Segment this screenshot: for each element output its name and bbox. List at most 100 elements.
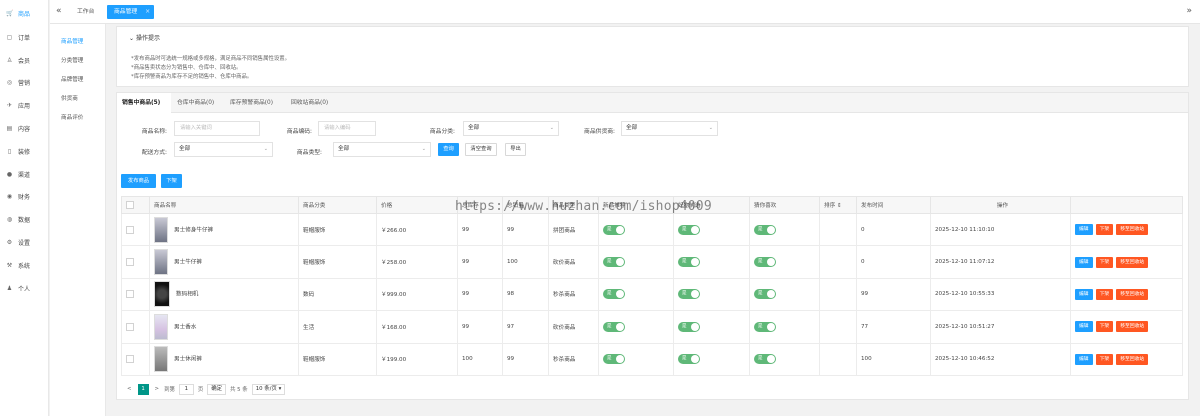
new-recommend-toggle[interactable]: 是	[603, 354, 625, 365]
chevron-right-icon[interactable]: »	[1186, 6, 1192, 16]
product-table: 商品名称 商品分类 价格 总库存 总销量 商品类型 新品推荐 好物优选 猜你喜欢…	[121, 196, 1183, 376]
search-button[interactable]: 查询	[438, 143, 459, 156]
guess-like-toggle[interactable]: 是	[754, 321, 776, 332]
pagination: < 1 > 到第 1 页 确定 共 5 条 10 条/页 ▾	[127, 383, 286, 395]
tab-warehouse[interactable]: 仓库中商品(0)	[177, 93, 214, 113]
toggle-label: 是	[758, 226, 763, 232]
category-select[interactable]: 全部 ⌄	[463, 121, 559, 136]
move-to-recycle-button[interactable]: 移至回收站	[1116, 353, 1149, 365]
new-recommend-toggle[interactable]: 是	[603, 321, 625, 332]
sidebar-item-marketing[interactable]: ◎ 营销	[0, 72, 48, 95]
sidebar-item-settings[interactable]: ⚙ 设置	[0, 231, 48, 254]
sidebar-item-label: 系统	[18, 262, 31, 270]
tab-workbench[interactable]: 工作台	[71, 5, 100, 19]
offline-button[interactable]: 下架	[161, 174, 182, 188]
select-all-checkbox[interactable]	[126, 201, 134, 209]
row-checkbox[interactable]	[126, 225, 134, 234]
guess-like-toggle[interactable]: 是	[754, 354, 776, 365]
sort-cell	[819, 310, 857, 344]
sidebar-item-user[interactable]: ♙ 会员	[0, 49, 48, 72]
sidebar-item-finance[interactable]: ◉ 财务	[0, 186, 48, 209]
toggle-knob	[616, 258, 624, 267]
product-thumbnail	[154, 281, 170, 308]
guess-like-toggle[interactable]: 是	[754, 224, 776, 235]
good-pick-toggle[interactable]: 是	[678, 321, 700, 332]
category-cell: 生活	[298, 310, 377, 344]
sidebar-item-person[interactable]: ♟ 个人	[0, 277, 48, 300]
product-thumbnail	[154, 249, 168, 276]
good-pick-toggle[interactable]: 是	[678, 354, 700, 365]
sidebar-item-label: 应用	[18, 103, 31, 111]
guess-like-toggle[interactable]: 是	[754, 289, 776, 300]
prev-page-button[interactable]: <	[127, 386, 132, 392]
good-pick-toggle[interactable]: 是	[678, 257, 700, 268]
page-size-select[interactable]: 10 条/页 ▾	[251, 383, 286, 395]
move-to-recycle-button[interactable]: 移至回收站	[1116, 321, 1149, 333]
type-select[interactable]: 全部 ⌄	[333, 142, 431, 157]
sidebar-item-app[interactable]: ✈ 应用	[0, 94, 48, 117]
next-page-button[interactable]: >	[155, 386, 160, 392]
subnav-item-category-manage[interactable]: 分类管理	[50, 52, 105, 71]
toggle-knob	[691, 290, 699, 299]
new-recommend-toggle[interactable]: 是	[603, 257, 625, 268]
row-checkbox[interactable]	[126, 258, 134, 267]
tip-header[interactable]: ⌄ 操作提示	[129, 33, 160, 42]
collapse-icon[interactable]: «	[56, 6, 62, 16]
sidebar-item-decorate[interactable]: ▯ 装修	[0, 140, 48, 163]
subnav-item-product-review[interactable]: 商品评价	[50, 109, 105, 128]
offline-row-button[interactable]: 下架	[1095, 321, 1114, 333]
subnav-item-product-manage[interactable]: 商品管理	[50, 33, 105, 52]
tab-product-manage[interactable]: 商品管理 ×	[107, 5, 155, 19]
sidebar-item-content[interactable]: ▤ 内容	[0, 117, 48, 140]
new-recommend-cell: 是	[598, 212, 674, 247]
edit-button[interactable]: 编辑	[1075, 353, 1093, 365]
good-pick-toggle[interactable]: 是	[678, 289, 700, 300]
product-code-input[interactable]: 请输入编码	[318, 121, 376, 136]
new-recommend-toggle[interactable]: 是	[603, 289, 625, 300]
offline-row-button[interactable]: 下架	[1095, 353, 1114, 365]
offline-row-button[interactable]: 下架	[1095, 256, 1114, 268]
product-name-input[interactable]: 请输入关键词	[174, 121, 260, 136]
edit-button[interactable]: 编辑	[1075, 224, 1093, 236]
page-1-button[interactable]: 1	[137, 383, 149, 395]
product-name-cell: 男士牛仔裤	[149, 245, 299, 279]
new-recommend-toggle[interactable]: 是	[603, 224, 625, 235]
toggle-label: 是	[758, 356, 763, 362]
row-checkbox[interactable]	[126, 322, 134, 331]
sidebar-item-data[interactable]: ◍ 数据	[0, 208, 48, 231]
sidebar-item-channel[interactable]: ● 渠道	[0, 163, 48, 186]
export-button[interactable]: 导出	[505, 143, 526, 156]
delivery-select[interactable]: 全部 ⌄	[174, 142, 273, 157]
move-to-recycle-button[interactable]: 移至回收站	[1116, 224, 1149, 236]
goto-confirm-button[interactable]: 确定	[207, 383, 227, 395]
edit-button[interactable]: 编辑	[1075, 256, 1093, 268]
edit-button[interactable]: 编辑	[1075, 321, 1093, 333]
subnav-item-brand-manage[interactable]: 品牌管理	[50, 71, 105, 90]
sidebar-item-system[interactable]: ⚒ 系统	[0, 254, 48, 277]
move-to-recycle-button[interactable]: 移至回收站	[1116, 256, 1149, 268]
close-icon[interactable]: ×	[145, 5, 150, 19]
sidebar-item-order[interactable]: ▢ 订单	[0, 26, 48, 49]
publish-product-button[interactable]: 发布商品	[121, 174, 156, 188]
row-checkbox[interactable]	[126, 355, 134, 364]
good-pick-toggle[interactable]: 是	[678, 224, 700, 235]
tab-recycle-bin[interactable]: 回收站商品(0)	[291, 93, 328, 113]
filter-category-label: 商品分类:	[429, 129, 455, 135]
tab-on-sale[interactable]: 销售中商品(5)	[117, 93, 171, 113]
offline-row-button[interactable]: 下架	[1095, 288, 1114, 300]
supplier-select[interactable]: 全部 ⌄	[621, 121, 718, 136]
offline-row-button[interactable]: 下架	[1095, 224, 1114, 236]
sort-col-header[interactable]: 排序 ⇕	[819, 196, 857, 214]
guess-like-toggle[interactable]: 是	[754, 257, 776, 268]
clear-search-button[interactable]: 清空查询	[465, 143, 497, 156]
goto-page-input[interactable]: 1	[178, 383, 194, 395]
sidebar-item-label: 会员	[18, 57, 31, 65]
edit-button[interactable]: 编辑	[1075, 288, 1093, 300]
price-cell: ￥266.00	[376, 212, 458, 247]
toggle-knob	[691, 225, 699, 234]
subnav-item-supplier[interactable]: 供货商	[50, 90, 105, 109]
move-to-recycle-button[interactable]: 移至回收站	[1116, 288, 1149, 300]
sidebar-item-cart[interactable]: 🛒 商品	[0, 0, 48, 26]
row-checkbox[interactable]	[126, 290, 134, 299]
tab-stock-warning[interactable]: 库存预警商品(0)	[230, 93, 273, 113]
